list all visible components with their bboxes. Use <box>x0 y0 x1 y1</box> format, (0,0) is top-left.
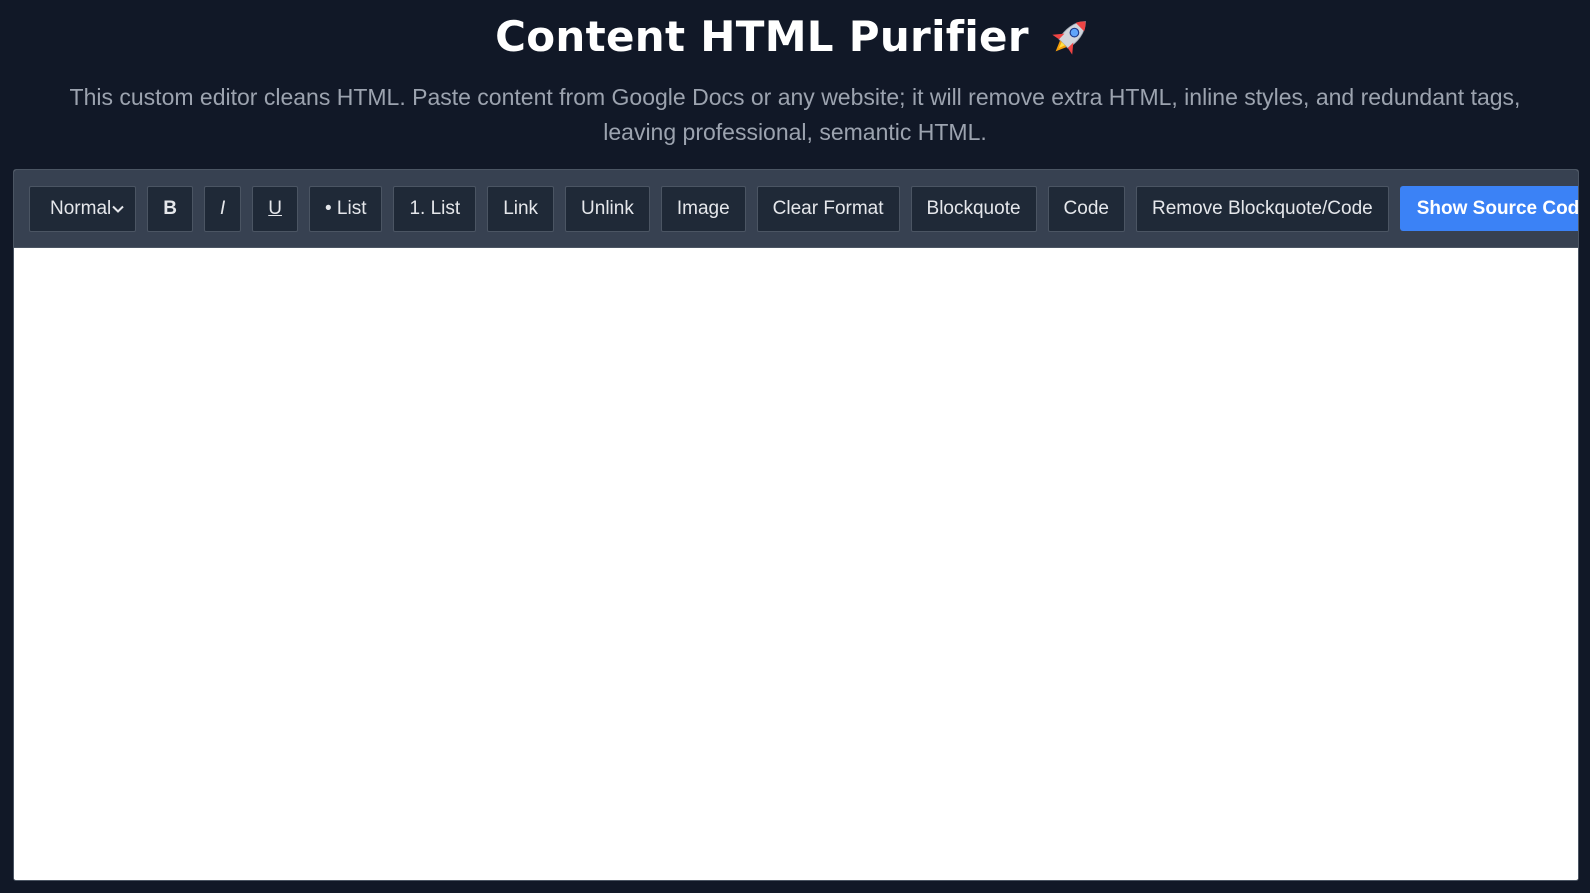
rocket-icon <box>1052 21 1086 55</box>
editor-content-area[interactable] <box>14 248 1578 879</box>
chevron-down-icon <box>112 205 124 213</box>
underline-button[interactable]: U <box>252 185 298 232</box>
blockquote-button[interactable]: Blockquote <box>910 185 1037 232</box>
format-select-value: Normal <box>50 197 112 219</box>
page-header: Content HTML Purifier This custom editor… <box>0 0 1590 150</box>
code-button[interactable]: Code <box>1047 185 1125 232</box>
remove-blockquote-code-button[interactable]: Remove Blockquote/Code <box>1135 185 1389 232</box>
show-source-code-button[interactable]: Show Source Code <box>1399 186 1578 231</box>
link-button[interactable]: Link <box>487 185 555 232</box>
bold-button[interactable]: B <box>147 185 193 232</box>
unlink-button[interactable]: Unlink <box>565 185 650 232</box>
editor-toolbar: Normal B I U • List 1. List Link Unlink … <box>14 170 1578 248</box>
editor-container: Normal B I U • List 1. List Link Unlink … <box>13 169 1579 881</box>
image-button[interactable]: Image <box>660 185 746 232</box>
page-subtitle: This custom editor cleans HTML. Paste co… <box>69 84 1521 145</box>
numbered-list-button[interactable]: 1. List <box>393 185 477 232</box>
clear-format-button[interactable]: Clear Format <box>756 185 900 232</box>
format-select[interactable]: Normal <box>29 185 137 232</box>
italic-button[interactable]: I <box>203 185 242 232</box>
page-title-row: Content HTML Purifier <box>495 10 1095 64</box>
bullet-list-button[interactable]: • List <box>308 185 383 232</box>
page-title: Content HTML Purifier <box>495 12 1029 61</box>
